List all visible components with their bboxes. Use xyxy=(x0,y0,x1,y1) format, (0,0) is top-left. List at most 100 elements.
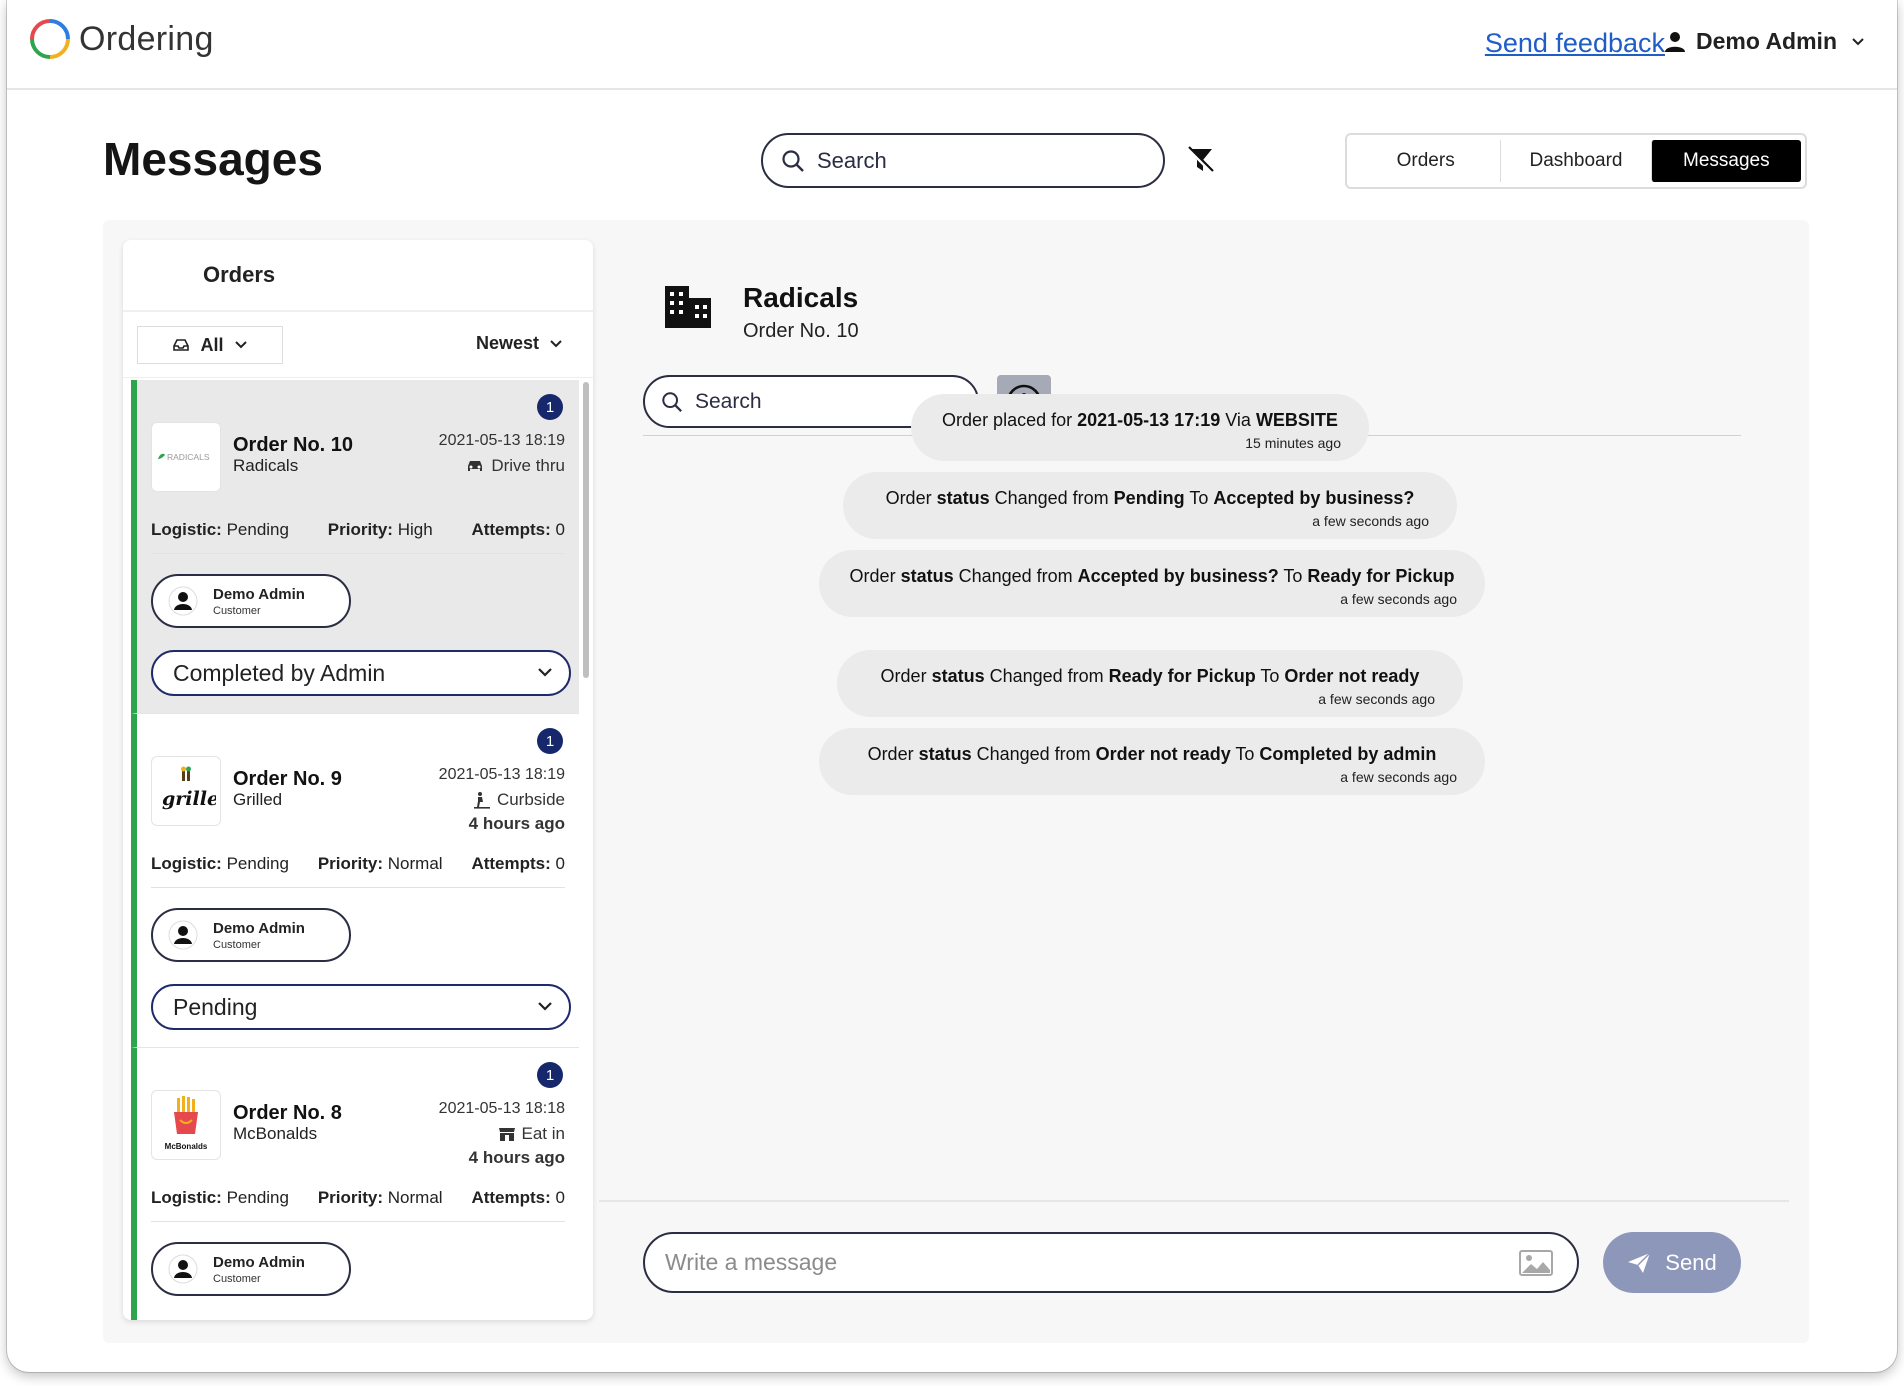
clear-filter-button[interactable] xyxy=(1185,145,1215,180)
order-card[interactable]: 1 grilled Order No. 9 Grilled 2021-05-13… xyxy=(131,714,579,1048)
tab-messages[interactable]: Messages xyxy=(1650,140,1801,182)
logo-ring-icon xyxy=(30,19,70,59)
delivery-type-label: Curbside xyxy=(496,790,565,809)
orders-sort-dropdown[interactable]: Newest xyxy=(476,333,563,354)
image-upload-icon[interactable] xyxy=(1519,1249,1553,1276)
message-segment: Changed from xyxy=(953,566,1078,586)
order-number: Order No. 8 xyxy=(233,1102,342,1124)
orders-panel: Orders All Newest 1 RADICALS Order No. 1… xyxy=(123,240,593,1320)
orders-list-scrollbar[interactable] xyxy=(583,382,589,678)
chat-message-time: a few seconds ago xyxy=(1340,769,1457,785)
avatar xyxy=(167,919,199,951)
car-icon xyxy=(468,461,483,471)
message-input[interactable] xyxy=(665,1249,1519,1276)
svg-text:grilled: grilled xyxy=(162,788,216,810)
logistic-value: Pending xyxy=(226,854,289,873)
logistic-field: Logistic: Pending xyxy=(151,1188,289,1221)
chat-message-bubble: Order placed for 2021-05-13 17:19 Via WE… xyxy=(911,394,1369,461)
chat-message-text: Order status Changed from Ready for Pick… xyxy=(865,664,1435,689)
fries-logo: McBonalds xyxy=(165,1096,208,1151)
tab-orders[interactable]: Orders xyxy=(1351,140,1500,182)
view-tabs: Orders Dashboard Messages xyxy=(1345,133,1807,189)
customer-role: Customer xyxy=(213,1272,261,1285)
priority-value: High xyxy=(397,520,433,539)
user-icon xyxy=(168,1254,198,1284)
logistic-field: Logistic: Pending xyxy=(151,854,289,887)
customer-chip[interactable]: Demo Admin Customer xyxy=(151,574,351,628)
message-emphasis: Order not ready xyxy=(1095,744,1231,764)
chat-order-number: Order No. 10 xyxy=(743,320,859,342)
order-status-select[interactable]: Pending xyxy=(151,984,571,1030)
delivery-type-label: Eat in xyxy=(521,1124,565,1143)
message-segment: Order xyxy=(849,566,901,586)
message-emphasis: Ready for Pickup xyxy=(1307,566,1455,586)
order-card[interactable]: 1 RADICALS Order No. 10 Radicals 2021-05… xyxy=(131,380,579,714)
chat-message-bubble: Order status Changed from Pending To Acc… xyxy=(843,472,1457,539)
composer-divider xyxy=(599,1200,1789,1202)
app-name: Ordering xyxy=(79,19,214,58)
message-segment: To xyxy=(1184,488,1214,508)
customer-role: Customer xyxy=(213,938,261,951)
message-segment: Order xyxy=(885,488,937,508)
user-name: Demo Admin xyxy=(1696,28,1837,54)
send-feedback-link[interactable]: Send feedback xyxy=(1485,28,1665,59)
order-time-ago: 4 hours ago xyxy=(468,814,565,833)
message-composer[interactable] xyxy=(643,1232,1579,1293)
app-window: Ordering Send feedback Demo Admin Messag… xyxy=(7,0,1897,1372)
business-name: McBonalds xyxy=(233,1124,318,1143)
order-status-select[interactable]: Completed by Admin xyxy=(151,650,571,696)
chat-message-time: 15 minutes ago xyxy=(1245,435,1341,451)
logistic-value: Pending xyxy=(226,520,289,539)
customer-chip[interactable]: Demo Admin Customer xyxy=(151,908,351,962)
message-emphasis: WEBSITE xyxy=(1255,410,1338,430)
priority-value: Normal xyxy=(387,1188,443,1207)
global-search-input[interactable] xyxy=(817,147,1117,174)
business-name: Grilled xyxy=(233,790,283,809)
tab-dashboard[interactable]: Dashboard xyxy=(1500,140,1650,182)
message-emphasis: Order not ready xyxy=(1284,666,1420,686)
orders-filter-dropdown[interactable]: All xyxy=(137,326,283,364)
orders-list: 1 RADICALS Order No. 10 Radicals 2021-05… xyxy=(123,380,593,1320)
customer-info: Demo Admin Customer xyxy=(213,1254,305,1285)
customer-chip[interactable]: Demo Admin Customer xyxy=(151,1242,351,1296)
delivery-type: Eat in xyxy=(498,1124,565,1144)
customer-info: Demo Admin Customer xyxy=(213,920,305,951)
send-icon xyxy=(1628,1251,1651,1273)
delivery-type: Drive thru xyxy=(465,456,565,476)
priority-label: Priority: xyxy=(317,854,384,873)
building-icon xyxy=(665,286,711,328)
orders-filter-row: All Newest xyxy=(123,312,593,378)
send-button[interactable]: Send xyxy=(1603,1232,1741,1293)
order-status-value: Pending xyxy=(173,993,258,1020)
attempts-value: 0 xyxy=(555,1188,565,1207)
global-search-box[interactable] xyxy=(761,133,1165,188)
customer-name: Demo Admin xyxy=(213,919,305,937)
attempts-value: 0 xyxy=(555,520,565,539)
chevron-down-icon xyxy=(550,339,562,347)
business-logo: RADICALS xyxy=(151,422,221,492)
chevron-down-icon xyxy=(1852,37,1864,45)
order-card[interactable]: 1 McBonalds Order No. 8 McBonalds 2021-0… xyxy=(131,1048,579,1320)
top-bar: Ordering Send feedback Demo Admin xyxy=(7,0,1897,90)
user-icon xyxy=(1665,31,1685,52)
message-emphasis: status xyxy=(931,666,985,686)
attempts-label: Attempts: xyxy=(471,854,551,873)
app-logo[interactable]: Ordering xyxy=(29,18,214,60)
svg-text:McBonalds: McBonalds xyxy=(165,1142,208,1151)
message-emphasis: status xyxy=(936,488,990,508)
unread-count-badge: 1 xyxy=(537,1062,563,1088)
chat-message-bubble: Order status Changed from Accepted by bu… xyxy=(819,550,1485,617)
message-emphasis: status xyxy=(900,566,954,586)
orders-sort-label: Newest xyxy=(475,333,539,353)
delivery-type: Curbside xyxy=(473,790,565,810)
priority-field: Priority: Normal xyxy=(318,854,443,887)
priority-field: Priority: High xyxy=(328,520,433,553)
radicals-logo: RADICALS xyxy=(158,452,210,462)
curbside-icon xyxy=(473,792,490,809)
page-title: Messages xyxy=(103,133,323,185)
message-segment: Changed from xyxy=(971,744,1096,764)
message-segment: Via xyxy=(1220,410,1256,430)
order-meta: Logistic: Pending Priority: High Attempt… xyxy=(151,520,565,554)
user-menu[interactable]: Demo Admin xyxy=(1664,28,1875,55)
message-segment: To xyxy=(1255,666,1285,686)
